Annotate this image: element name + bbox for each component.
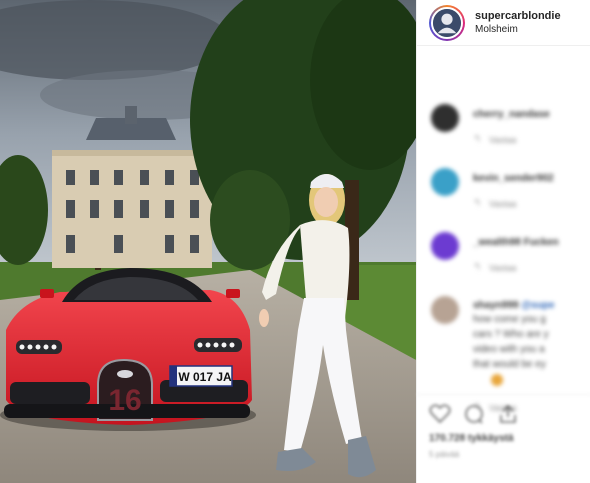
post-header: supercarblondie Molsheim	[417, 0, 590, 46]
comment-icon[interactable]	[463, 404, 485, 424]
share-icon[interactable]	[497, 404, 519, 424]
commenter-name[interactable]: kevin_sender902	[473, 173, 554, 184]
post-photo[interactable]: 16 W 017 JA	[0, 0, 416, 483]
comment-item: cherry_nandase ↰ Vastaa	[429, 104, 589, 164]
comment-line: how come you g	[473, 314, 546, 325]
car-number: 16	[108, 384, 141, 417]
reply-link[interactable]: Vastaa	[489, 135, 516, 145]
commenter-avatar[interactable]	[431, 232, 459, 260]
post-timestamp: 5 päivää	[429, 450, 460, 459]
commenter-name-text[interactable]: shayn999	[473, 300, 519, 311]
post-actions: 170.728 tykkäystä 5 päivää	[417, 394, 590, 465]
mention-link[interactable]: @supe	[521, 300, 554, 311]
profile-avatar[interactable]	[429, 4, 465, 41]
heart-icon[interactable]	[429, 404, 451, 424]
likes-count[interactable]: 170.728 tykkäystä	[429, 433, 579, 444]
reply-link[interactable]: Vastaa	[489, 263, 516, 273]
emoji-icon	[491, 374, 503, 386]
location-link[interactable]: Molsheim	[475, 23, 561, 36]
commenter-name[interactable]: shayn999 @supe	[473, 300, 554, 311]
commenter-avatar[interactable]	[431, 104, 459, 132]
profile-logo-icon	[433, 8, 461, 37]
comment-item: _wealth98 Fucken ↰ Vastaa	[429, 232, 589, 292]
like-comment-icon[interactable]: ↰	[473, 198, 481, 209]
comment-item: kevin_sender902 ↰ Vastaa	[429, 168, 589, 228]
comment-line: that would be ey	[473, 359, 546, 370]
like-comment-icon[interactable]: ↰	[473, 134, 481, 145]
like-comment-icon[interactable]: ↰	[473, 262, 481, 273]
reply-link[interactable]: Vastaa	[489, 199, 516, 209]
commenter-name[interactable]: cherry_nandase	[473, 109, 550, 120]
comment-line: video with you a	[473, 344, 545, 355]
license-plate-text: W 017 JA	[178, 370, 232, 384]
commenter-avatar[interactable]	[431, 296, 459, 324]
commenter-name[interactable]: _wealth98 Fucken	[473, 237, 559, 248]
post-sidebar: supercarblondie Molsheim cherry_nandase …	[416, 0, 590, 483]
commenter-avatar[interactable]	[431, 168, 459, 196]
comment-line: cars ? Who are y	[473, 329, 549, 340]
photo-scene: 16 W 017 JA	[0, 0, 416, 483]
username-link[interactable]: supercarblondie	[475, 10, 561, 23]
